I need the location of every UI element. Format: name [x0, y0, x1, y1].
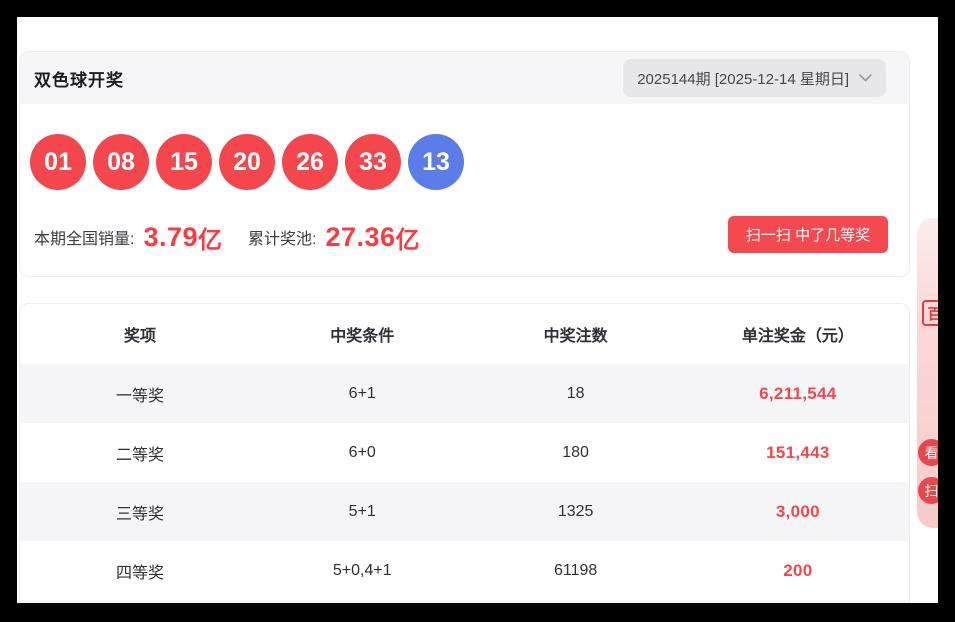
- drawn-balls-row: 01 08 15 20 26 33 13: [30, 134, 464, 190]
- stats-row: 本期全国销量: 3.79 亿 累计奖池: 27.36 亿: [34, 215, 420, 259]
- cell-prize-amount: 200: [783, 560, 813, 580]
- sales-value: 3.79: [143, 221, 199, 252]
- period-selector-label: 2025144期 [2025-12-14 星期日]: [637, 70, 849, 88]
- cell-prize-level: 一等奖: [116, 387, 165, 405]
- table-row-partially-visible: [20, 600, 909, 603]
- browser-content-window: 双色球开奖 2025144期 [2025-12-14 星期日] 01 08 15…: [17, 17, 938, 603]
- chevron-down-icon: [859, 74, 872, 82]
- floating-promo-sidebar: 百 看 扫: [917, 218, 938, 528]
- cell-prize-level: 二等奖: [116, 446, 165, 464]
- cell-win-condition: 6+0: [348, 443, 376, 461]
- cell-prize-level: 四等奖: [116, 564, 165, 582]
- cell-prize-amount: 151,443: [766, 442, 830, 462]
- pool-value: 27.36: [325, 221, 396, 252]
- table-row: 一等奖 6+1 18 6,211,544: [20, 364, 909, 423]
- cell-win-count: 1325: [557, 502, 594, 520]
- prize-table-header: 奖项 中奖条件 中奖注数 单注奖金（元）: [20, 304, 909, 364]
- prize-table-card: 奖项 中奖条件 中奖注数 单注奖金（元） 一等奖 6+1 18 6,211,54…: [19, 303, 910, 603]
- cell-win-count: 61198: [553, 561, 598, 579]
- col-header-prize-amount: 单注奖金（元）: [741, 328, 854, 345]
- sales-unit: 亿: [198, 226, 223, 254]
- red-ball: 26: [282, 134, 338, 190]
- scan-check-prize-button[interactable]: 扫一扫 中了几等奖: [728, 216, 888, 253]
- table-row: 四等奖 5+0,4+1 61198 200: [20, 541, 909, 600]
- col-header-prize-level: 奖项: [124, 328, 157, 345]
- red-ball: 15: [156, 134, 212, 190]
- cell-prize-level: 三等奖: [116, 505, 165, 523]
- red-ball: 01: [30, 134, 86, 190]
- col-header-win-condition: 中奖条件: [330, 328, 395, 345]
- cell-win-count: 180: [562, 443, 589, 461]
- red-ball: 08: [93, 134, 149, 190]
- bai-badge-icon[interactable]: 百: [922, 300, 938, 326]
- cell-win-condition: 5+0,4+1: [332, 561, 392, 579]
- table-row: 三等奖 5+1 1325 3,000: [20, 482, 909, 541]
- cell-win-count: 18: [566, 384, 585, 402]
- promo-scan-circle-icon[interactable]: 扫: [918, 477, 938, 504]
- table-row: 二等奖 6+0 180 151,443: [20, 423, 909, 482]
- cell-prize-amount: 6,211,544: [759, 383, 837, 403]
- sales-label: 本期全国销量:: [34, 231, 135, 248]
- cell-prize-amount: 3,000: [775, 501, 820, 521]
- pool-label: 累计奖池:: [248, 231, 317, 248]
- draw-result-card: 双色球开奖 2025144期 [2025-12-14 星期日] 01 08 15…: [19, 51, 910, 277]
- red-ball: 20: [219, 134, 275, 190]
- period-selector[interactable]: 2025144期 [2025-12-14 星期日]: [623, 59, 886, 97]
- col-header-win-count: 中奖注数: [543, 328, 608, 345]
- red-ball: 33: [345, 134, 401, 190]
- page-title: 双色球开奖: [34, 70, 124, 90]
- promo-circle-icon-1[interactable]: 看: [918, 439, 938, 466]
- pool-unit: 亿: [395, 226, 420, 254]
- cell-win-condition: 5+1: [348, 502, 376, 520]
- blue-ball: 13: [408, 134, 464, 190]
- cell-win-condition: 6+1: [348, 384, 376, 402]
- draw-card-titlebar: 双色球开奖 2025144期 [2025-12-14 星期日]: [20, 52, 909, 104]
